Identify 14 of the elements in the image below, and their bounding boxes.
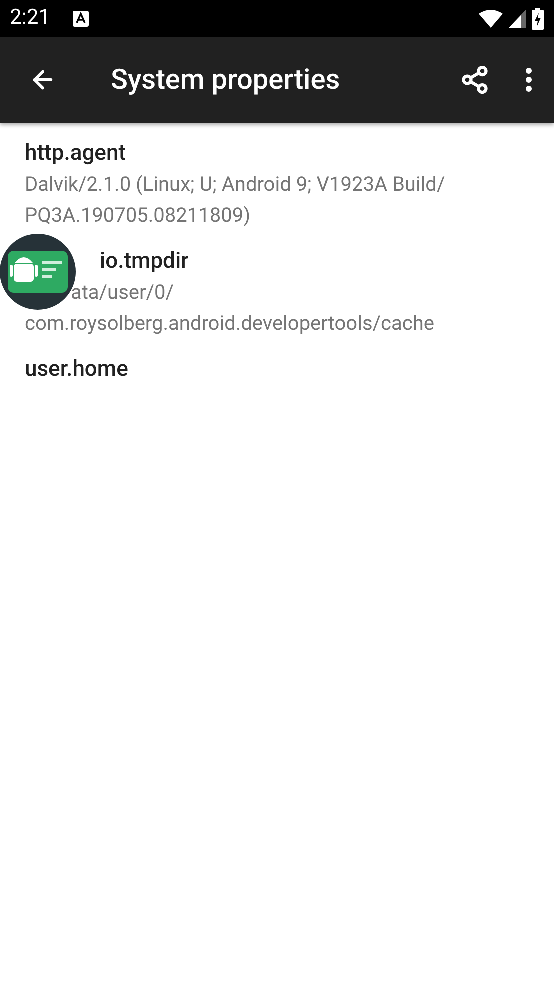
battery-charging-icon (532, 8, 544, 30)
signal-icon (509, 10, 526, 28)
property-name: io.tmpdir (100, 248, 190, 276)
wifi-icon (479, 10, 503, 28)
property-value: Dalvik/2.1.0 (Linux; U; Android 9; V1923A Build/ PQ3A.190705.08211809) (25, 171, 446, 229)
property-name: user.home (25, 356, 130, 384)
keyboard-notification-icon (72, 10, 88, 26)
status-time: 2:21 (10, 4, 50, 32)
property-value: ata/user/0/ com.roysolberg.android.developertools/cache (25, 279, 436, 337)
more-icon (526, 68, 532, 92)
more-options-button[interactable] (526, 68, 532, 92)
toolbar-title: System properties (111, 62, 340, 98)
property-name: http.agent (25, 140, 128, 168)
share-button[interactable] (460, 65, 490, 95)
